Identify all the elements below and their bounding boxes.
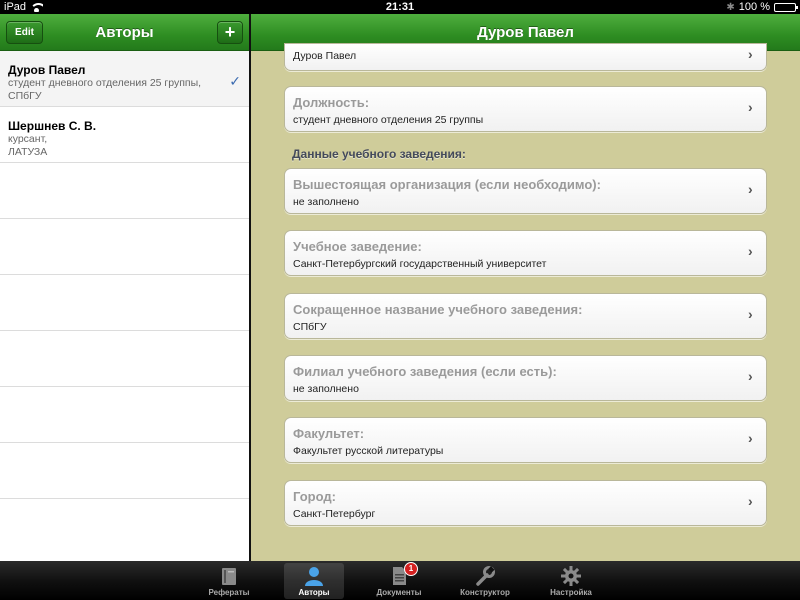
institution-short-name-field[interactable]: Сокращенное название учебного заведения:… [284, 293, 767, 339]
document-icon: 1 [388, 562, 418, 587]
battery-percent: 100 % [738, 1, 770, 13]
branch-field[interactable]: Филиал учебного заведения (если есть): н… [284, 355, 767, 401]
field-value: не заполнено [293, 383, 359, 395]
detail-content: Дуров Павел › Должность: студент дневног… [251, 43, 800, 561]
name-field-value: Дуров Павел [293, 50, 357, 62]
field-label: Сокращенное название учебного заведения: [293, 302, 583, 317]
chevron-right-icon: › [748, 306, 753, 322]
chevron-right-icon: › [748, 493, 753, 509]
parent-organization-field[interactable]: Вышестоящая организация (если необходимо… [284, 168, 767, 214]
tab-settings[interactable]: Настройка [541, 563, 601, 599]
edit-button[interactable]: Edit [6, 21, 43, 44]
field-value: Санкт-Петербургский государственный унив… [293, 258, 547, 270]
field-value: Санкт-Петербург [293, 508, 376, 520]
empty-row [0, 219, 249, 275]
author-row-shershnev[interactable]: Шершнев С. В. курсант, ЛАТУЗА [0, 107, 249, 163]
bluetooth-icon: ✱ [726, 1, 735, 13]
field-label: Филиал учебного заведения (если есть): [293, 364, 557, 379]
tab-label: Рефераты [208, 588, 250, 597]
city-field[interactable]: Город: Санкт-Петербург › [284, 480, 767, 526]
chevron-right-icon: › [748, 368, 753, 384]
author-row-durov[interactable]: Дуров Павел студент дневного отделения 2… [0, 51, 249, 107]
status-time: 21:31 [385, 1, 415, 13]
field-label: Должность: [293, 95, 370, 110]
chevron-right-icon: › [748, 46, 753, 62]
position-field[interactable]: Должность: студент дневного отделения 25… [284, 86, 767, 132]
gear-icon [560, 565, 582, 587]
section-header-institution: Данные учебного заведения: [292, 147, 466, 161]
field-label: Учебное заведение: [293, 239, 422, 254]
author-position: студент дневного отделения 25 группы, [8, 77, 202, 89]
tab-label: Авторы [298, 588, 330, 597]
chevron-right-icon: › [748, 430, 753, 446]
chevron-right-icon: › [748, 99, 753, 115]
author-position: курсант, [8, 133, 48, 145]
faculty-field[interactable]: Факультет: Факультет русской литературы … [284, 417, 767, 463]
empty-row [0, 163, 249, 219]
empty-row [0, 387, 249, 443]
authors-list: Дуров Павел студент дневного отделения 2… [0, 51, 249, 561]
name-field[interactable]: Дуров Павел › [284, 43, 767, 71]
battery-icon [774, 2, 798, 12]
tab-referaty[interactable]: Рефераты [199, 563, 259, 599]
author-detail-pane: Дуров Павел Дуров Павел › Должность: сту… [251, 14, 800, 561]
book-icon [218, 565, 240, 587]
status-bar: iPad 21:31 ✱ 100 % [0, 0, 800, 14]
field-label: Факультет: [293, 426, 365, 441]
tab-authors[interactable]: Авторы [284, 563, 344, 599]
field-value: не заполнено [293, 196, 359, 208]
tab-label: Настройка [550, 588, 592, 597]
author-name: Дуров Павел [8, 63, 86, 77]
tab-constructor[interactable]: Конструктор [455, 563, 515, 599]
chevron-right-icon: › [748, 243, 753, 259]
field-value: студент дневного отделения 25 группы [293, 114, 484, 126]
checkmark-icon: ✓ [229, 73, 241, 89]
empty-row [0, 443, 249, 499]
authors-navbar: Авторы Edit + [0, 14, 249, 51]
author-organization: ЛАТУЗА [8, 146, 48, 158]
institution-field[interactable]: Учебное заведение: Санкт-Петербургский г… [284, 230, 767, 276]
tab-bar: Рефераты Авторы 1 Документы Конструктор … [0, 561, 800, 600]
chevron-right-icon: › [748, 181, 753, 197]
tab-label: Документы [376, 588, 422, 597]
field-label: Город: [293, 489, 336, 504]
field-value: СПбГУ [293, 321, 327, 333]
person-icon [303, 565, 325, 587]
author-organization: СПбГУ [8, 90, 42, 102]
empty-row [0, 275, 249, 331]
notification-badge: 1 [404, 562, 418, 576]
author-name: Шершнев С. В. [8, 119, 97, 133]
authors-pane: Авторы Edit + Дуров Павел студент дневно… [0, 14, 249, 561]
field-label: Вышестоящая организация (если необходимо… [293, 177, 601, 192]
empty-row [0, 331, 249, 387]
wrench-icon [474, 565, 496, 587]
tab-documents[interactable]: 1 Документы [369, 562, 429, 599]
add-author-button[interactable]: + [217, 21, 243, 44]
field-value: Факультет русской литературы [293, 445, 444, 457]
tab-label: Конструктор [460, 588, 510, 597]
